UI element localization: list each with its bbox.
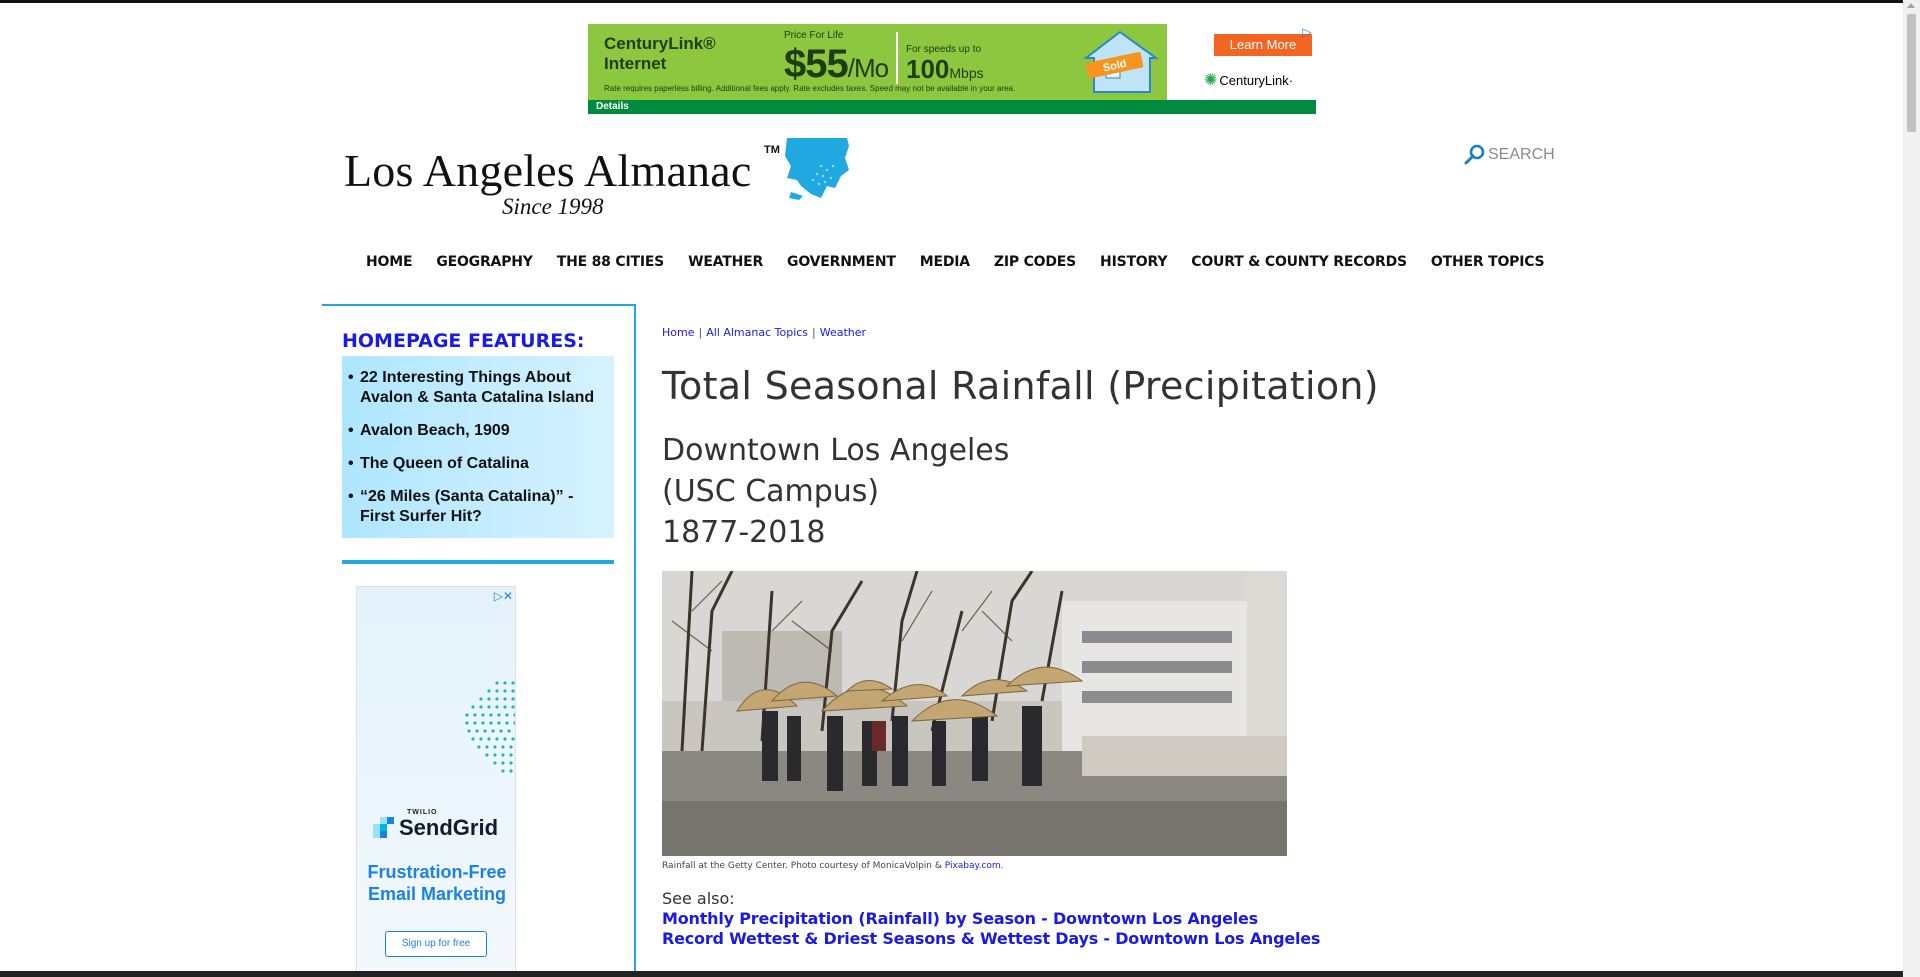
feature-bullet: •: [348, 422, 354, 439]
dot-pattern-graphic: [465, 681, 515, 773]
subtitle-years: 1877-2018: [662, 515, 826, 550]
subtitle-station: (USC Campus): [662, 474, 880, 509]
feature-bullet: •: [348, 369, 354, 386]
scroll-up-arrow-icon[interactable]: [1907, 3, 1915, 8]
nav-item-home[interactable]: HOME: [354, 252, 424, 272]
logo-trademark: TM: [764, 144, 780, 156]
sendgrid-logo: SendGrid: [373, 815, 498, 841]
ad-choices-icon[interactable]: ▷✕: [494, 589, 513, 603]
ad-details-bar: Details: [588, 100, 1316, 114]
rainfall-photo: [662, 571, 1287, 856]
nav-item-media[interactable]: MEDIA: [908, 252, 982, 272]
nav-item-zip-codes[interactable]: ZIP CODES: [982, 252, 1088, 272]
page-subtitle: Downtown Los Angeles (USC Campus) 1877-2…: [662, 430, 1009, 553]
ad-price-value: $55: [784, 42, 849, 86]
scroll-thumb[interactable]: [1907, 14, 1916, 132]
caption-text: Rainfall at the Getty Center. Photo cour…: [662, 861, 945, 871]
sidebar-divider: [634, 304, 636, 977]
sendgrid-wordmark: SendGrid: [399, 815, 499, 840]
features-list: • 22 Interesting Things About Avalon & Sa…: [348, 368, 608, 527]
ad-fine-print: Rate requires paperless billing. Additio…: [604, 84, 1016, 93]
caption-end: .: [1000, 861, 1004, 871]
ad-divider: [896, 32, 898, 84]
feature-item[interactable]: • “26 Miles (Santa Catalina)” - First Sur…: [348, 487, 608, 527]
la-county-map-icon[interactable]: [783, 136, 851, 204]
search-label[interactable]: SEARCH: [1488, 146, 1555, 164]
ad-price-unit: /Mo: [847, 53, 889, 83]
breadcrumb-separator: |: [698, 326, 703, 339]
centurylink-logo: ✺ CenturyLink·: [1204, 70, 1293, 90]
see-also-link-monthly-precipitation[interactable]: Monthly Precipitation (Rainfall) by Seas…: [662, 909, 1258, 928]
sendgrid-side-ad[interactable]: ▷✕ TWILIO SendGrid Frustration-Free Emai…: [356, 586, 516, 977]
feature-bullet: •: [348, 488, 354, 505]
nav-item-government[interactable]: GOVERNMENT: [775, 252, 908, 272]
centurylink-logo-text: CenturyLink·: [1219, 73, 1294, 88]
nav-item-other-topics[interactable]: OTHER TOPICS: [1419, 252, 1557, 272]
see-also-label: See also:: [662, 889, 735, 908]
ad-brand: CenturyLink® Internet: [604, 34, 716, 73]
nav-item-weather[interactable]: WEATHER: [676, 252, 775, 272]
homepage-features-box: • 22 Interesting Things About Avalon & Sa…: [342, 356, 614, 538]
feature-bullet: •: [348, 455, 354, 472]
side-ad-headline: Frustration-Free Email Marketing: [367, 862, 507, 904]
feature-item[interactable]: • 22 Interesting Things About Avalon & Sa…: [348, 368, 608, 408]
sidebar-top-border: [322, 304, 636, 306]
breadcrumb: Home | All Almanac Topics | Weather: [662, 326, 866, 339]
feature-item[interactable]: • The Queen of Catalina: [348, 454, 608, 474]
ad-speed: 100Mbps: [906, 54, 984, 85]
window-top-edge: [0, 0, 1920, 3]
ad-details-link[interactable]: Details: [596, 101, 629, 112]
nav-item-geography[interactable]: GEOGRAPHY: [424, 252, 544, 272]
feature-link[interactable]: Avalon Beach, 1909: [360, 421, 510, 441]
see-also-link-record-seasons[interactable]: Record Wettest & Driest Seasons & Wettes…: [662, 929, 1320, 948]
nav-item-court-county-records[interactable]: COURT & COUNTY RECORDS: [1179, 252, 1419, 272]
ad-price-for-life: Price For Life: [784, 30, 844, 41]
breadcrumb-weather[interactable]: Weather: [820, 326, 866, 339]
subtitle-location: Downtown Los Angeles: [662, 433, 1010, 468]
vertical-scrollbar[interactable]: [1903, 0, 1920, 977]
top-banner-ad[interactable]: CenturyLink® Internet Price For Life $55…: [588, 24, 1316, 114]
ad-speed-unit: Mbps: [949, 65, 984, 81]
window-bottom-edge: [0, 971, 1903, 977]
breadcrumb-home[interactable]: Home: [662, 326, 694, 339]
ad-choices-icon[interactable]: ▷: [1300, 25, 1314, 39]
photo-caption: Rainfall at the Getty Center. Photo cour…: [662, 861, 1004, 871]
learn-more-button[interactable]: Learn More: [1214, 34, 1312, 56]
house-sold-icon: Sold: [1083, 30, 1160, 93]
features-underline: [342, 560, 614, 564]
feature-link[interactable]: 22 Interesting Things About Avalon & San…: [360, 368, 608, 408]
nav-item-history[interactable]: HISTORY: [1088, 252, 1179, 272]
logo-since: Since 1998: [502, 194, 604, 219]
centurylink-burst-icon: ✺: [1204, 72, 1218, 89]
caption-pixabay-link[interactable]: Pixabay.com: [945, 861, 1001, 871]
sign-up-button[interactable]: Sign up for free: [385, 931, 487, 957]
feature-link[interactable]: “26 Miles (Santa Catalina)” - First Surf…: [360, 487, 608, 527]
ad-speed-value: 100: [906, 54, 950, 84]
search-box[interactable]: SEARCH: [1464, 144, 1555, 166]
feature-link[interactable]: The Queen of Catalina: [360, 454, 529, 474]
page-title: Total Seasonal Rainfall (Precipitation): [662, 364, 1379, 408]
nav-item-88-cities[interactable]: THE 88 CITIES: [545, 252, 676, 272]
ad-price: $55/Mo: [784, 42, 889, 87]
breadcrumb-all-topics[interactable]: All Almanac Topics: [706, 326, 808, 339]
homepage-features-title: HOMEPAGE FEATURES:: [342, 330, 585, 352]
sendgrid-mark-icon: [373, 817, 394, 838]
search-icon[interactable]: [1464, 144, 1486, 166]
breadcrumb-separator: |: [812, 326, 816, 339]
main-nav: HOME GEOGRAPHY THE 88 CITIES WEATHER GOV…: [354, 252, 1556, 272]
feature-item[interactable]: • Avalon Beach, 1909: [348, 421, 608, 441]
site-logo-title[interactable]: Los Angeles Almanac: [344, 144, 752, 197]
